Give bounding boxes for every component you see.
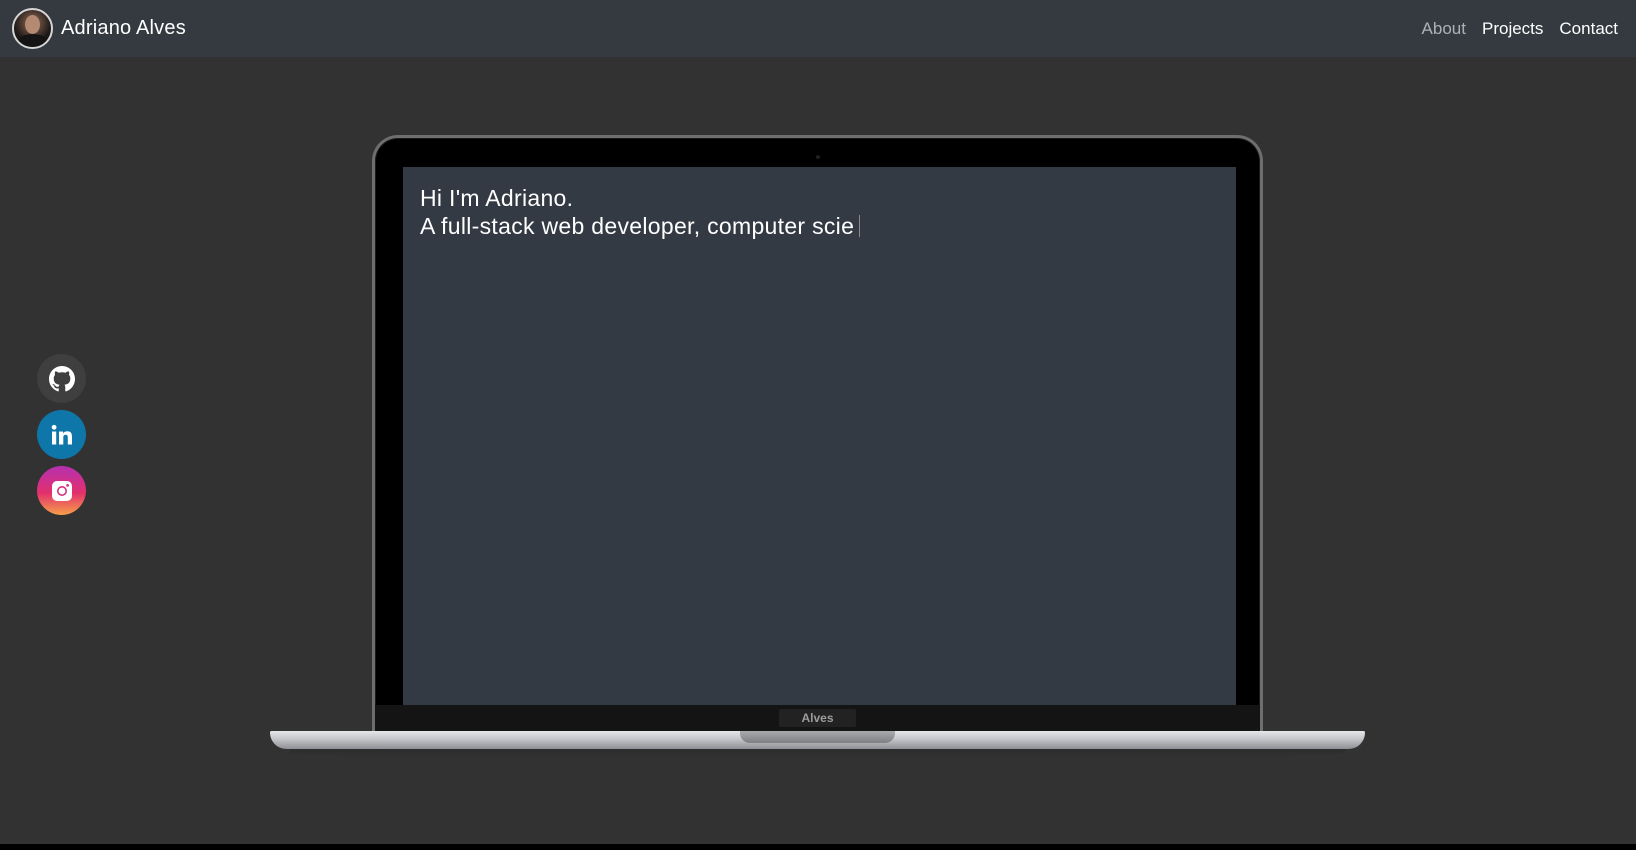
footer-bar — [0, 844, 1636, 850]
social-links — [37, 354, 86, 515]
avatar-shirt — [16, 34, 49, 47]
laptop-mockup: Hi I'm Adriano. A full-stack web develop… — [270, 135, 1365, 765]
instagram-icon — [51, 480, 72, 501]
linkedin-button[interactable] — [37, 410, 86, 459]
camera-dot — [816, 155, 820, 159]
text-cursor — [859, 215, 861, 237]
typing-text: A full-stack web developer, computer sci… — [420, 213, 855, 239]
typing-line: A full-stack web developer, computer sci… — [420, 212, 1219, 240]
nav-link-contact[interactable]: Contact — [1559, 19, 1618, 39]
github-button[interactable] — [37, 354, 86, 403]
laptop-label: Alves — [779, 709, 856, 727]
nav-link-projects[interactable]: Projects — [1482, 19, 1543, 39]
navbar: Adriano Alves About Projects Contact — [0, 0, 1636, 57]
laptop-screen: Hi I'm Adriano. A full-stack web develop… — [403, 167, 1236, 705]
greeting-line: Hi I'm Adriano. — [420, 185, 574, 211]
instagram-button[interactable] — [37, 466, 86, 515]
brand-name: Adriano Alves — [61, 17, 186, 39]
laptop-chin: Alves — [375, 705, 1260, 731]
nav-links: About Projects Contact — [1422, 19, 1624, 39]
github-icon — [48, 365, 75, 391]
avatar-face — [25, 15, 40, 34]
avatar — [12, 8, 53, 49]
linkedin-icon — [51, 424, 72, 444]
laptop-notch — [740, 731, 895, 743]
laptop-lid: Hi I'm Adriano. A full-stack web develop… — [372, 135, 1263, 731]
brand-link[interactable]: Adriano Alves — [12, 8, 186, 49]
nav-link-about[interactable]: About — [1422, 19, 1466, 39]
